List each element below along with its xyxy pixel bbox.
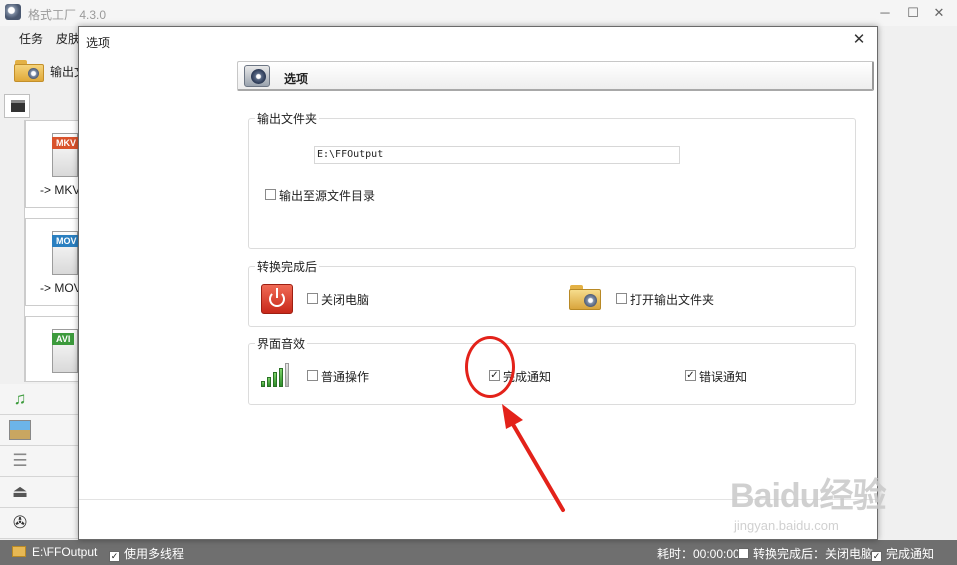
power-icon	[261, 284, 293, 314]
error-notify-label: 错误通知	[699, 370, 748, 384]
options-header: 选项	[237, 61, 874, 91]
dialog-close-icon[interactable]: ✕	[849, 30, 869, 50]
checkbox-unchecked	[307, 370, 318, 381]
format-panel: MKV -> MKV MOV -> MOV AVI	[24, 120, 82, 382]
dialog-title: 选项	[86, 36, 111, 50]
clapperboard-icon	[11, 100, 25, 112]
status-after-convert-label: 转换完成后：关闭电脑	[753, 547, 874, 561]
volume-bars-icon	[261, 363, 293, 387]
checkbox-checked: ✓	[871, 551, 882, 562]
status-bar: E:\FFOutput ✓ 使用多线程 耗时：00:00:00 转换完成后：关闭电…	[0, 540, 957, 565]
watermark-logo: Baidu经验	[730, 477, 886, 515]
music-icon: ♫	[13, 389, 27, 408]
settings-reel-icon	[244, 63, 272, 89]
utilities-icon: ✇	[12, 513, 28, 532]
after-convert-legend: 转换完成后	[255, 258, 320, 275]
sound-effects-group: 界面音效 普通操作 ✓ 完成通知 ✓ 错误通知	[248, 335, 856, 405]
watermark-url: jingyan.baidu.com	[734, 518, 839, 533]
checkbox-unchecked	[265, 189, 276, 200]
maximize-icon[interactable]: ☐	[901, 3, 925, 23]
status-notify-checkbox[interactable]: ✓ 完成通知	[871, 545, 934, 562]
folder-icon	[12, 546, 26, 557]
output-to-source-label: 输出至源文件目录	[279, 189, 376, 203]
format-tile-mov[interactable]: MOV -> MOV	[25, 218, 82, 306]
format-badge: MKV	[52, 137, 80, 149]
category-music[interactable]: ♫	[0, 384, 80, 415]
multithread-checkbox[interactable]: ✓ 使用多线程	[109, 545, 184, 562]
rom-device-icon: ⏏	[11, 482, 29, 501]
sound-effects-legend: 界面音效	[255, 335, 308, 352]
normal-op-sound-label: 普通操作	[321, 370, 370, 384]
checkbox-checked: ✓	[685, 370, 696, 381]
output-folder-group: 输出文件夹 E:\FFOutput 输出至源文件目录	[248, 110, 856, 249]
menu-item-skin[interactable]: 皮肤	[56, 30, 80, 47]
open-folder-icon	[569, 285, 601, 311]
document-icon: ☰	[12, 451, 28, 470]
category-utilities[interactable]: ✇	[0, 508, 80, 539]
annotation-circle	[465, 336, 515, 398]
format-tile-avi[interactable]: AVI	[25, 316, 81, 382]
format-label: -> MOV	[40, 281, 82, 295]
output-folder-icon	[14, 60, 44, 82]
elapsed-time: 耗时：00:00:00	[657, 547, 740, 561]
checkbox-unchecked	[616, 293, 627, 304]
shutdown-label: 关闭电脑	[321, 293, 370, 307]
category-rom-device[interactable]: ⏏	[0, 477, 80, 508]
open-output-folder-label: 打开输出文件夹	[630, 293, 715, 307]
status-path-text: E:\FFOutput	[32, 545, 98, 559]
options-header-title: 选项	[284, 72, 309, 86]
sidebar: MKV -> MKV MOV -> MOV AVI ♫ ☰ ⏏ ✇	[0, 92, 82, 540]
baidu-watermark: Baidu经验 jingyan.baidu.com	[730, 468, 920, 540]
close-icon[interactable]: ✕	[927, 3, 951, 23]
app-logo-icon	[5, 4, 21, 20]
options-dialog: 选项 ✕ 选项 输出文件夹 E:\FFOutput 输出至源文件目录 转换完成后…	[78, 26, 878, 540]
multithread-label: 使用多线程	[124, 547, 185, 561]
category-document[interactable]: ☰	[0, 446, 80, 477]
status-after-convert-checkbox[interactable]: 转换完成后：关闭电脑	[738, 545, 873, 562]
checkbox-unchecked	[307, 293, 318, 304]
app-title: 格式工厂 4.3.0	[28, 8, 107, 22]
format-badge: MOV	[52, 235, 81, 247]
status-notify-label: 完成通知	[886, 547, 935, 561]
format-badge: AVI	[52, 333, 75, 345]
checkbox-unchecked	[738, 548, 749, 559]
category-picture[interactable]	[0, 415, 80, 446]
checkbox-checked: ✓	[109, 551, 120, 562]
title-bar: 格式工厂 4.3.0 ─ ☐ ✕	[0, 0, 957, 26]
output-path-field[interactable]: E:\FFOutput	[314, 146, 680, 164]
after-convert-group: 转换完成后 关闭电脑 打开输出文件夹	[248, 258, 856, 327]
format-label: -> MKV	[40, 183, 81, 197]
picture-icon	[9, 420, 31, 440]
status-output-path[interactable]: E:\FFOutput	[12, 545, 97, 559]
output-folder-legend: 输出文件夹	[255, 110, 320, 127]
video-category-tab[interactable]	[4, 94, 30, 118]
format-tile-mkv[interactable]: MKV -> MKV	[25, 120, 81, 208]
minimize-icon[interactable]: ─	[873, 3, 897, 23]
menu-item-task[interactable]: 任务	[19, 30, 43, 47]
